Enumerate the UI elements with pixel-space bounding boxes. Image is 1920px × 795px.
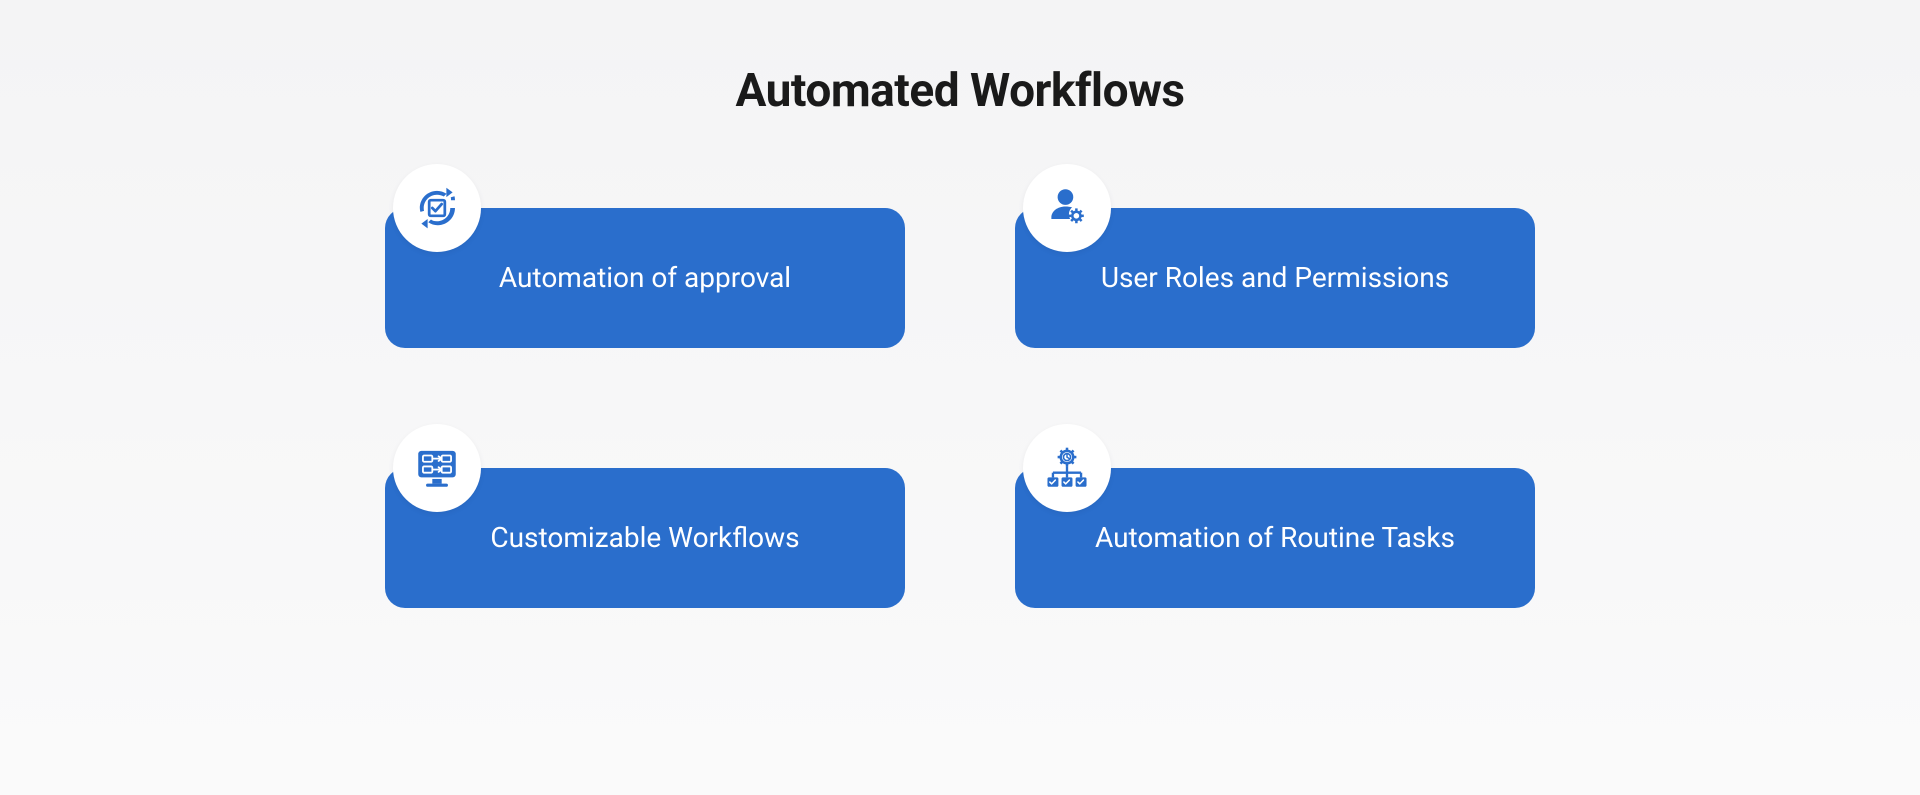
feature-card-roles: User Roles and Permissions <box>1015 208 1535 348</box>
cycle-check-icon <box>393 164 481 252</box>
feature-card-label: Customizable Workflows <box>490 521 799 555</box>
monitor-flow-icon <box>393 424 481 512</box>
feature-card-customizable: Customizable Workflows <box>385 468 905 608</box>
gear-tree-icon <box>1023 424 1111 512</box>
feature-card-routine: Automation of Routine Tasks <box>1015 468 1535 608</box>
feature-card-label: Automation of Routine Tasks <box>1095 521 1455 555</box>
feature-card-label: User Roles and Permissions <box>1101 261 1449 295</box>
feature-card-approval: Automation of approval <box>385 208 905 348</box>
feature-grid: Automation of approval <box>385 208 1535 608</box>
section-title: Automated Workflows <box>735 64 1184 118</box>
workflows-section: Automated Workflows Automation of approv… <box>0 0 1920 795</box>
feature-card-label: Automation of approval <box>499 261 791 295</box>
user-gear-icon <box>1023 164 1111 252</box>
